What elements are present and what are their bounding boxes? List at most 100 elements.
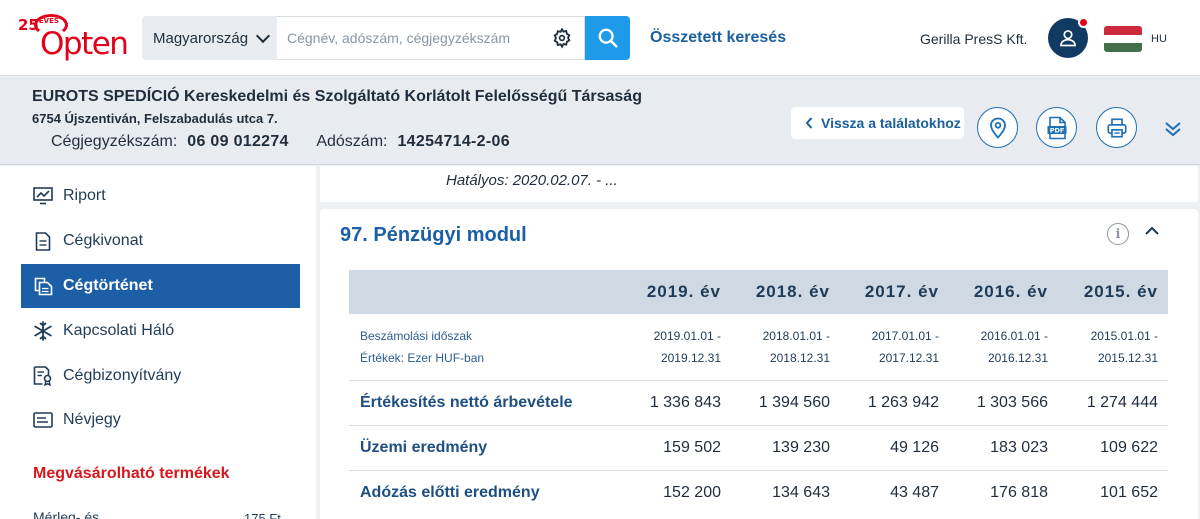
- sidebar: Riport Cégkivonat Cégtörténet Kapcsolati…: [0, 166, 316, 519]
- value-cell: 1 263 942: [840, 379, 949, 425]
- gear-icon[interactable]: [551, 27, 573, 49]
- sidebar-item-label: Cégkivonat: [63, 232, 144, 249]
- search-button[interactable]: [585, 16, 630, 60]
- year-header: 2016. év: [949, 270, 1058, 314]
- card-icon: [33, 410, 53, 430]
- value-cell: 101 652: [1058, 469, 1168, 515]
- sidebar-item-label: Kapcsolati Háló: [63, 322, 175, 339]
- search-input[interactable]: [277, 16, 585, 60]
- product-price: 175 Ft: [244, 511, 281, 519]
- table-header-row: 2019. év 2018. év 2017. év 2016. év 2015…: [349, 270, 1168, 314]
- period-label: Beszámolási időszak: [360, 328, 473, 343]
- reg-number-value: 06 09 012274: [187, 133, 289, 150]
- tax-number-label: Adószám:: [316, 133, 388, 150]
- value-cell: 109 622: [1058, 424, 1168, 470]
- user-avatar-button[interactable]: [1048, 17, 1089, 58]
- product-label: Mérleg- és: [33, 509, 100, 519]
- value-cell: 1 274 444: [1058, 379, 1168, 425]
- year-header: 2017. év: [840, 270, 949, 314]
- opten-logo[interactable]: 25ÉVES Opten: [18, 12, 129, 62]
- value-cell: 49 126: [840, 424, 949, 470]
- unit-label: Értékek: Ezer HUF-ban: [360, 350, 485, 365]
- sidebar-item-nevjegy[interactable]: Névjegy: [21, 398, 300, 442]
- chevron-left-icon: [805, 117, 813, 129]
- row-label: Adózás előtti eredmény: [349, 469, 622, 515]
- value-cell: 134 643: [731, 469, 840, 515]
- language-label[interactable]: HU: [1151, 33, 1167, 45]
- value-cell: 139 230: [731, 424, 840, 470]
- sidebar-item-cegkivonat[interactable]: Cégkivonat: [21, 219, 300, 263]
- sidebar-item-riport[interactable]: Riport: [21, 174, 300, 218]
- table-header-empty: [349, 270, 622, 314]
- value-cell: 152 200: [622, 469, 731, 515]
- documents-copy-icon: [33, 276, 53, 296]
- sidebar-item-label: Cégbizonyítvány: [63, 367, 182, 384]
- user-icon: [1060, 30, 1076, 47]
- certificate-icon: [33, 366, 53, 386]
- sidebar-item-label: Névjegy: [63, 411, 121, 428]
- svg-text:PDF: PDF: [1049, 126, 1064, 134]
- advanced-search-link[interactable]: Összetett keresés: [650, 29, 786, 47]
- snowflake-network-icon: [33, 321, 53, 341]
- company-registration: Cégjegyzékszám: 06 09 012274 Adószám: 1425…: [51, 133, 534, 151]
- period-cell: 2017.01.01 -2017.12.31: [871, 328, 939, 365]
- row-label: Értékesítés nettó árbevétele: [349, 379, 622, 425]
- value-cell: 159 502: [622, 424, 731, 470]
- validity-text: Hatályos: 2020.02.07. - ...: [446, 172, 618, 189]
- map-pin-icon: [989, 117, 1006, 139]
- year-header: 2019. év: [622, 270, 731, 314]
- sidebar-item-kapcsolati-halo[interactable]: Kapcsolati Háló: [21, 309, 300, 353]
- company-name: EUROTS SPEDÍCIÓ Kereskedelmi és Szolgált…: [32, 88, 642, 105]
- period-labels: Beszámolási időszak Értékek: Ezer HUF-ba…: [349, 314, 622, 380]
- period-row: Beszámolási időszak Értékek: Ezer HUF-ba…: [349, 314, 1168, 380]
- sidebar-item-label: Cégtörténet: [63, 277, 153, 294]
- user-company-name[interactable]: Gerilla PresS Kft.: [920, 31, 1027, 47]
- country-select-value: Magyarország: [153, 29, 249, 47]
- logo-wordmark: Opten: [40, 26, 129, 62]
- purchasable-products-title: Megvásárolható termékek: [33, 465, 230, 482]
- print-button[interactable]: [1096, 107, 1137, 148]
- search-icon: [598, 28, 618, 48]
- year-header: 2015. év: [1058, 270, 1168, 314]
- document-icon: [33, 231, 53, 251]
- period-cell: 2016.01.01 -2016.12.31: [980, 328, 1048, 365]
- row-label: Üzemi eredmény: [349, 424, 622, 470]
- value-cell: 183 023: [949, 424, 1058, 470]
- pdf-button[interactable]: PDF: [1036, 107, 1077, 148]
- chevron-up-icon[interactable]: [1144, 224, 1160, 238]
- table-row: Adózás előtti eredmény 152 200 134 643 4…: [349, 469, 1168, 515]
- year-header: 2018. év: [731, 270, 840, 314]
- value-cell: 1 394 560: [731, 379, 840, 425]
- back-to-results-button[interactable]: Vissza a találatokhoz: [791, 107, 964, 139]
- value-cell: 176 818: [949, 469, 1058, 515]
- period-cell: 2018.01.01 -2018.12.31: [762, 328, 830, 365]
- sidebar-item-cegbizonyitvany[interactable]: Cégbizonyítvány: [21, 354, 300, 398]
- search-bar: Magyarország: [142, 16, 630, 60]
- value-cell: 43 487: [840, 469, 949, 515]
- sidebar-item-cegtortenet[interactable]: Cégtörténet: [21, 264, 300, 308]
- value-cell: 1 336 843: [622, 379, 731, 425]
- sidebar-product-item[interactable]: Mérleg- és: [33, 509, 99, 519]
- reg-number-label: Cégjegyzékszám:: [51, 133, 178, 150]
- tax-number-value: 14254714-2-06: [397, 133, 510, 150]
- country-select[interactable]: Magyarország: [142, 16, 277, 60]
- double-chevron-down-icon[interactable]: [1163, 121, 1183, 137]
- print-icon: [1106, 117, 1127, 138]
- financial-table: 2019. év 2018. év 2017. év 2016. év 2015…: [349, 270, 1168, 515]
- sidebar-item-label: Riport: [63, 187, 106, 204]
- panel-title: 97. Pénzügyi modul: [340, 224, 527, 246]
- map-button[interactable]: [977, 107, 1018, 148]
- notification-dot: [1078, 17, 1089, 28]
- chevron-down-icon: [255, 28, 271, 44]
- info-icon[interactable]: i: [1107, 223, 1129, 245]
- company-address: 6754 Újszentiván, Felszabadulás utca 7.: [32, 111, 278, 126]
- period-cell: 2015.01.01 -2015.12.31: [1090, 328, 1158, 365]
- period-cell: 2019.01.01 -2019.12.31: [653, 328, 721, 365]
- table-row: Értékesítés nettó árbevétele 1 336 843 1…: [349, 379, 1168, 425]
- value-cell: 1 303 566: [949, 379, 1058, 425]
- hungarian-flag-icon[interactable]: [1104, 26, 1142, 52]
- company-header: EUROTS SPEDÍCIÓ Kereskedelmi és Szolgált…: [0, 77, 1200, 165]
- table-row: Üzemi eredmény 159 502 139 230 49 126 18…: [349, 424, 1168, 470]
- monitor-chart-icon: [33, 186, 53, 206]
- pdf-icon: PDF: [1047, 116, 1066, 139]
